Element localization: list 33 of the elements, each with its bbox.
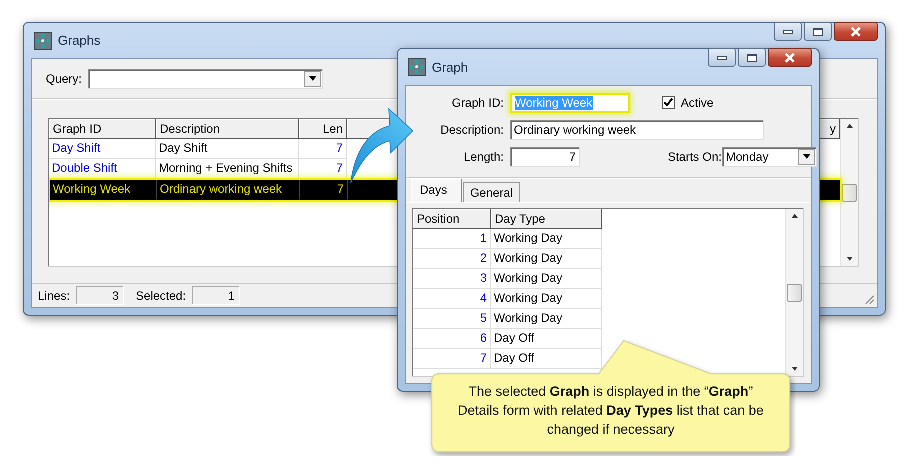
table-cell: Day Shift [49, 139, 156, 159]
table-cell: Working Day [491, 249, 602, 269]
table-cell: 5 [413, 309, 491, 329]
table-cell: Working Day [491, 309, 602, 329]
table-cell: Working Day [491, 229, 602, 249]
field-label: Graph ID: [450, 96, 504, 110]
callout-text: The selected Graph is displayed in the “Graph” Details form with related Day Types list that can be changed if necessary [457, 383, 765, 439]
lines-count: 3 [76, 286, 124, 305]
field-label: Description: [440, 122, 504, 136]
table-cell: 7 [299, 139, 347, 159]
table-cell: 2 [413, 249, 491, 269]
table-cell: Working Day [491, 269, 602, 289]
table-cell: Ordinary working week [157, 180, 300, 200]
window-title: Graphs [58, 33, 102, 48]
table-cell: Day Shift [156, 139, 299, 159]
field-label: Length: [462, 150, 504, 164]
selected-label: Selected: [136, 288, 186, 302]
query-label: Query: [46, 72, 82, 86]
window-title: Graph [432, 60, 470, 74]
table-cell: 1 [413, 229, 491, 249]
table-cell: 4 [413, 289, 491, 309]
table-cell: 7 [413, 349, 491, 369]
table-cell: Working Week [50, 180, 157, 200]
table-cell: 6 [413, 329, 491, 349]
table-cell: 3 [413, 269, 491, 289]
table-cell: 7 [300, 180, 348, 200]
selected-count: 1 [192, 286, 240, 305]
table-cell: Day Off [491, 349, 602, 369]
field-label: Starts On: [666, 150, 722, 164]
table-cell: Working Day [491, 289, 602, 309]
table-cell: Day Off [491, 329, 602, 349]
checkbox-label: Active [681, 96, 714, 110]
lines-label: Lines: [38, 288, 70, 302]
